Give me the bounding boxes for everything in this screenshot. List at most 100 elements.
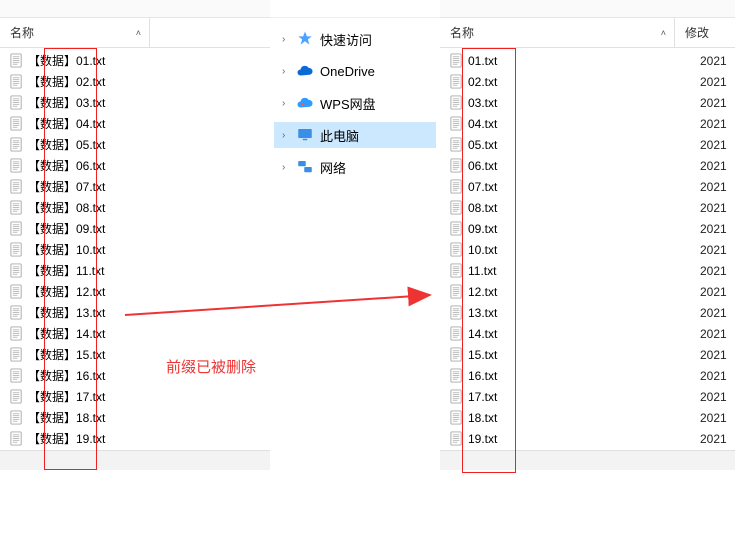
text-file-icon [448, 74, 464, 90]
file-name-label: 【数据】12.txt [28, 283, 105, 300]
file-row[interactable]: 【数据】09.txt [0, 218, 270, 239]
nav-network[interactable]: › 网络 [274, 154, 436, 180]
file-row[interactable]: 【数据】19.txt [0, 428, 270, 449]
file-row[interactable]: 【数据】14.txt [0, 323, 270, 344]
file-row[interactable]: 09.txt 2021 [440, 218, 735, 239]
network-icon [296, 158, 314, 176]
chevron-right-icon: › [282, 162, 296, 173]
file-name-label: 【数据】15.txt [28, 346, 105, 363]
text-file-icon [8, 53, 24, 69]
text-file-icon [8, 242, 24, 258]
file-modified-year: 2021 [700, 243, 735, 257]
file-row[interactable]: 10.txt 2021 [440, 239, 735, 260]
nav-onedrive-label: OneDrive [320, 64, 375, 79]
right-col-name[interactable]: 名称 ˄ [440, 18, 675, 47]
file-modified-year: 2021 [700, 222, 735, 236]
nav-quick-access[interactable]: › 快速访问 [274, 26, 436, 52]
nav-onedrive[interactable]: › OneDrive [274, 58, 436, 84]
file-row[interactable]: 【数据】08.txt [0, 197, 270, 218]
file-row[interactable]: 17.txt 2021 [440, 386, 735, 407]
text-file-icon [8, 95, 24, 111]
text-file-icon [448, 95, 464, 111]
file-name-label: 18.txt [468, 411, 497, 425]
text-file-icon [8, 431, 24, 447]
file-row[interactable]: 02.txt 2021 [440, 71, 735, 92]
file-row[interactable]: 【数据】02.txt [0, 71, 270, 92]
file-name-label: 09.txt [468, 222, 497, 236]
left-col-name[interactable]: 名称 ˄ [0, 18, 150, 47]
file-row[interactable]: 【数据】07.txt [0, 176, 270, 197]
file-modified-year: 2021 [700, 75, 735, 89]
file-row[interactable]: 06.txt2021 [440, 155, 735, 176]
file-row[interactable]: 03.txt2021 [440, 92, 735, 113]
file-row[interactable]: 【数据】17.txt [0, 386, 270, 407]
text-file-icon [448, 53, 464, 69]
text-file-icon [448, 137, 464, 153]
file-row[interactable]: 11.txt2021 [440, 260, 735, 281]
file-row[interactable]: 16.txt 2021 [440, 365, 735, 386]
file-row[interactable]: 08.txt2021 [440, 197, 735, 218]
file-name-label: 15.txt [468, 348, 497, 362]
file-name-label: 14.txt [468, 327, 497, 341]
col-name-label: 名称 [10, 26, 34, 40]
left-file-list: 【数据】01.txt 【数据】02.txt 【数据】03.txt【数据】04.txt… [0, 48, 270, 470]
text-file-icon [8, 74, 24, 90]
file-modified-year: 2021 [700, 327, 735, 341]
top-strip-left [0, 0, 270, 18]
text-file-icon [448, 347, 464, 363]
nav-wps[interactable]: › WPS网盘 [274, 90, 436, 116]
file-modified-year: 2021 [700, 390, 735, 404]
file-name-label: 12.txt [468, 285, 497, 299]
file-row[interactable]: 19.txt2021 [440, 428, 735, 449]
file-name-label: 02.txt [468, 75, 497, 89]
text-file-icon [448, 263, 464, 279]
file-row[interactable]: 15.txt2021 [440, 344, 735, 365]
file-row[interactable]: 18.txt2021 [440, 407, 735, 428]
file-row[interactable]: 12.txt2021 [440, 281, 735, 302]
file-row[interactable]: 【数据】03.txt [0, 92, 270, 113]
file-name-label: 17.txt [468, 390, 497, 404]
text-file-icon [8, 158, 24, 174]
file-row[interactable]: 【数据】01.txt [0, 50, 270, 71]
file-modified-year: 2021 [700, 306, 735, 320]
right-column-header-row: 名称 ˄ 修改 [440, 18, 735, 48]
chevron-right-icon: › [282, 130, 296, 141]
file-row[interactable]: 01.txt2021 [440, 50, 735, 71]
nav-this-pc[interactable]: › 此电脑 [274, 122, 436, 148]
file-name-label: 【数据】08.txt [28, 199, 105, 216]
left-status-bar [0, 450, 270, 470]
file-row[interactable]: 【数据】10.txt [0, 239, 270, 260]
annotation-text: 前缀已被删除 [166, 356, 256, 377]
text-file-icon [8, 410, 24, 426]
file-row[interactable]: 【数据】06.txt [0, 155, 270, 176]
file-row[interactable]: 05.txt2021 [440, 134, 735, 155]
file-row[interactable]: 【数据】18.txt [0, 407, 270, 428]
file-name-label: 06.txt [468, 159, 497, 173]
file-name-label: 10.txt [468, 243, 497, 257]
file-name-label: 【数据】02.txt [28, 73, 105, 90]
file-row[interactable]: 【数据】04.txt [0, 113, 270, 134]
chevron-right-icon: › [282, 66, 296, 77]
star-icon [296, 30, 314, 48]
col-modified-label: 修改 [685, 26, 709, 40]
text-file-icon [8, 326, 24, 342]
file-row[interactable]: 【数据】12.txt [0, 281, 270, 302]
file-row[interactable]: 14.txt 2021 [440, 323, 735, 344]
file-name-label: 【数据】19.txt [28, 430, 105, 447]
file-name-label: 16.txt [468, 369, 497, 383]
file-row[interactable]: 04.txt2021 [440, 113, 735, 134]
text-file-icon [448, 284, 464, 300]
cloud-wps-icon [296, 94, 314, 112]
text-file-icon [448, 326, 464, 342]
file-row[interactable]: 13.txt2021 [440, 302, 735, 323]
text-file-icon [448, 410, 464, 426]
file-row[interactable]: 【数据】05.txt [0, 134, 270, 155]
right-col-modified[interactable]: 修改 [675, 18, 735, 47]
file-modified-year: 2021 [700, 369, 735, 383]
cloud-icon [296, 62, 314, 80]
file-row[interactable]: 【数据】13.txt [0, 302, 270, 323]
file-row[interactable]: 07.txt2021 [440, 176, 735, 197]
text-file-icon [448, 242, 464, 258]
file-row[interactable]: 【数据】11.txt [0, 260, 270, 281]
text-file-icon [8, 179, 24, 195]
